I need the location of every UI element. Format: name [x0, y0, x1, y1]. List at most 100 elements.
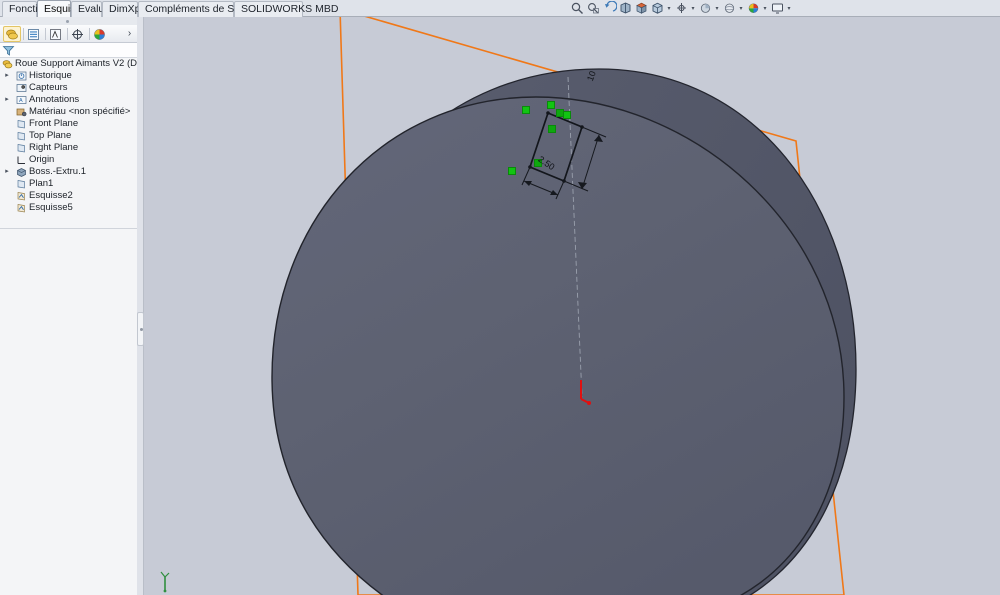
- panel-splitter-grip[interactable]: [137, 312, 144, 346]
- zoom-to-area-button[interactable]: [586, 1, 601, 16]
- filter-funnel-icon: [2, 44, 15, 57]
- chevron-down-icon[interactable]: ▾: [786, 6, 792, 12]
- display-style-button[interactable]: [650, 1, 665, 16]
- chevron-down-icon[interactable]: ▾: [666, 6, 672, 12]
- extrude-boss-icon: [16, 167, 27, 177]
- sketch-icon: [16, 191, 27, 201]
- panel-drag-handle[interactable]: [0, 17, 137, 25]
- property-manager-tab[interactable]: [25, 26, 43, 42]
- tree-item-mat-riau-non-sp-cifi[interactable]: Matériau <non spécifié>: [0, 106, 137, 118]
- viewport-layout-button[interactable]: [770, 1, 785, 16]
- tree-item-label: Right Plane: [29, 142, 78, 154]
- annotations-icon: A: [16, 95, 27, 105]
- panel-splitter[interactable]: [137, 17, 144, 595]
- panel-toolbar-separator: [45, 28, 46, 40]
- tree-item-label: Plan1: [29, 178, 53, 190]
- tree-item-esquisse2[interactable]: Esquisse2: [0, 190, 137, 202]
- tree-item-label: Top Plane: [29, 130, 71, 142]
- tree-item-capteurs[interactable]: Capteurs: [0, 82, 137, 94]
- tree-item-label: Boss.-Extru.1: [29, 166, 86, 178]
- tree-item-right-plane[interactable]: Right Plane: [0, 142, 137, 154]
- tree-item-historique[interactable]: ▸ Historique: [0, 70, 137, 82]
- tree-divider: [0, 228, 137, 229]
- history-icon: [16, 71, 27, 81]
- hide-show-items-button[interactable]: [674, 1, 689, 16]
- panel-toolbar-separator: [67, 28, 68, 40]
- chevron-right-icon[interactable]: ▸: [3, 72, 11, 80]
- chevron-down-icon[interactable]: ▾: [762, 6, 768, 12]
- tab-compl-ments-de-solidworks[interactable]: Compléments de SOLIDWORKS: [138, 1, 234, 17]
- display-manager-tab[interactable]: [91, 26, 109, 42]
- tab-dimxpert[interactable]: DimXpert: [102, 1, 138, 17]
- model-graphics: [144, 17, 1000, 595]
- tree-item-esquisse5[interactable]: Esquisse5: [0, 202, 137, 214]
- tree-item-label: Annotations: [29, 94, 79, 106]
- tree-item-label: Esquisse5: [29, 202, 73, 214]
- view-settings-button[interactable]: [746, 1, 761, 16]
- appearance-sphere-icon: [92, 27, 107, 42]
- configuration-manager-tab[interactable]: [47, 26, 65, 42]
- tree-item-label: Capteurs: [29, 82, 68, 94]
- feature-manager-tab[interactable]: [3, 26, 21, 42]
- tree-item-label: Origin: [29, 154, 54, 166]
- graphics-viewport[interactable]: 2.50 10 Plan1: [144, 17, 1000, 595]
- svg-text:A: A: [19, 98, 23, 104]
- tree-item-label: Esquisse2: [29, 190, 73, 202]
- chevron-right-icon[interactable]: ▸: [3, 168, 11, 176]
- tab-solidworks-mbd[interactable]: SOLIDWORKS MBD: [234, 1, 303, 17]
- section-view-button[interactable]: [618, 1, 633, 16]
- plane-icon: [16, 179, 27, 189]
- tree-item-plan1[interactable]: Plan1: [0, 178, 137, 190]
- plane-icon: [16, 119, 27, 129]
- part-document-icon: [2, 59, 13, 69]
- tree-item-boss-extru-1[interactable]: ▸ Boss.-Extru.1: [0, 166, 137, 178]
- tree-item-front-plane[interactable]: Front Plane: [0, 118, 137, 130]
- wheel-solid-body: [272, 69, 856, 595]
- chevron-down-icon[interactable]: ▾: [714, 6, 720, 12]
- edit-appearance-button[interactable]: [698, 1, 713, 16]
- panel-toolbar-separator: [89, 28, 90, 40]
- tree-item-label: Historique: [29, 70, 72, 82]
- plane-icon: [16, 131, 27, 141]
- apply-scene-button[interactable]: [722, 1, 737, 16]
- relation-marker-1[interactable]: [547, 101, 555, 109]
- origin-icon: [16, 155, 27, 165]
- tree-item-origin[interactable]: Origin: [0, 154, 137, 166]
- tree-item-top-plane[interactable]: Top Plane: [0, 130, 137, 142]
- tree-item-annotations[interactable]: ▸ A Annotations: [0, 94, 137, 106]
- tree-item-label: Front Plane: [29, 118, 78, 130]
- tab-esquisse[interactable]: Esquisse: [37, 0, 71, 17]
- relation-marker-6[interactable]: [508, 167, 516, 175]
- tab-evaluer[interactable]: Evaluer: [71, 1, 102, 17]
- tree-item-label: Matériau <non spécifié>: [29, 106, 130, 118]
- plane-icon: [16, 143, 27, 153]
- panel-toolbar-overflow-chevron[interactable]: ›: [125, 28, 134, 39]
- axis-triad: [156, 567, 182, 593]
- zoom-to-fit-button[interactable]: [570, 1, 585, 16]
- dimxpert-target-icon: [70, 27, 85, 42]
- feature-tree-filter-row[interactable]: [0, 43, 137, 58]
- panel-toolbar-separator: [23, 28, 24, 40]
- relation-marker-7[interactable]: [563, 111, 571, 119]
- chevron-down-icon[interactable]: ▾: [690, 6, 696, 12]
- sketch-icon: [16, 203, 27, 213]
- relation-marker-3[interactable]: [522, 106, 530, 114]
- configuration-icon: [48, 27, 63, 42]
- dimxpert-manager-tab[interactable]: [69, 26, 87, 42]
- previous-view-button[interactable]: [602, 1, 617, 16]
- tab-fonctions[interactable]: Fonctions: [2, 1, 37, 17]
- property-list-icon: [26, 27, 41, 42]
- chevron-right-icon[interactable]: ▸: [3, 96, 11, 104]
- relation-marker-4[interactable]: [548, 125, 556, 133]
- panel-tab-toolbar: ›: [0, 25, 137, 43]
- feature-tree-icon: [4, 27, 19, 42]
- sensors-icon: [16, 83, 27, 93]
- feature-tree[interactable]: Roue Support Aimants V2 (Default<<Defa ▸ H…: [0, 58, 137, 228]
- material-icon: [16, 107, 27, 117]
- chevron-down-icon[interactable]: ▾: [738, 6, 744, 12]
- feature-manager-panel: › Roue Support Aimants V2 (Default<<Defa…: [0, 17, 137, 595]
- command-manager-tab-bar: FonctionsEsquisseEvaluerDimXpertCompléme…: [0, 0, 1000, 17]
- solidworks-window: FonctionsEsquisseEvaluerDimXpertCompléme…: [0, 0, 1000, 595]
- view-orientation-button[interactable]: [634, 1, 649, 16]
- tree-item-roue-support-aimants-v2-default-defa[interactable]: Roue Support Aimants V2 (Default<<Defa: [0, 58, 137, 70]
